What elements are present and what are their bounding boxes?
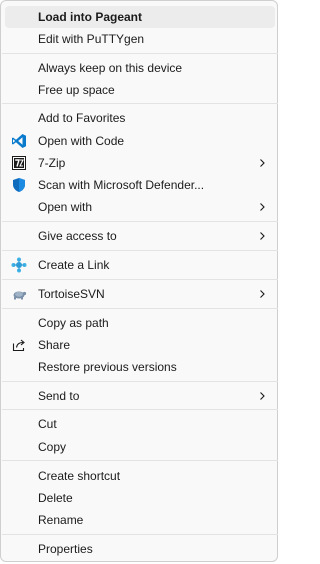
menu-item-label: Always keep on this device [38, 61, 183, 75]
menu-item-copy-as-path[interactable]: Copy as path [5, 312, 275, 334]
menu-separator [2, 53, 278, 54]
menu-item-label: Share [38, 338, 71, 352]
share-icon [11, 337, 27, 353]
menu-item-copy[interactable]: Copy [5, 436, 275, 458]
vscode-icon [11, 133, 27, 149]
menu-item-free-up-space[interactable]: Free up space [5, 79, 275, 101]
menu-item-cut[interactable]: Cut [5, 413, 275, 435]
menu-item-rename[interactable]: Rename [5, 509, 275, 531]
menu-item-add-to-favorites[interactable]: Add to Favorites [5, 107, 275, 129]
menu-item-open-with-code[interactable]: Open with Code [5, 130, 275, 152]
menu-item-label: Create shortcut [38, 469, 121, 483]
menu-separator [2, 381, 278, 382]
chevron-right-icon [260, 290, 265, 298]
menu-item-delete[interactable]: Delete [5, 487, 275, 509]
7zip-icon [11, 155, 27, 171]
context-menu: Load into Pageant Edit with PuTTYgen Alw… [0, 0, 278, 562]
link-icon [11, 257, 27, 273]
menu-separator [2, 460, 278, 461]
menu-item-properties[interactable]: Properties [5, 538, 275, 560]
menu-item-label: Open with [38, 200, 93, 214]
menu-item-edit-with-puttygen[interactable]: Edit with PuTTYgen [5, 28, 275, 50]
menu-separator [2, 534, 278, 535]
menu-item-label: Free up space [38, 83, 115, 97]
menu-item-label: Cut [38, 417, 57, 431]
chevron-right-icon [260, 203, 265, 211]
menu-separator [2, 279, 278, 280]
menu-separator [2, 308, 278, 309]
menu-item-share[interactable]: Share [5, 334, 275, 356]
menu-item-label: 7-Zip [38, 156, 66, 170]
menu-separator [2, 409, 278, 410]
chevron-right-icon [260, 159, 265, 167]
menu-item-label: Open with Code [38, 134, 125, 148]
menu-item-label: Give access to [38, 229, 117, 243]
menu-item-label: Delete [38, 491, 73, 505]
menu-item-label: Create a Link [38, 258, 110, 272]
menu-item-label: Copy [38, 440, 67, 454]
menu-item-label: Add to Favorites [38, 111, 126, 125]
menu-separator [2, 250, 278, 251]
menu-item-label: Scan with Microsoft Defender... [38, 178, 205, 192]
menu-item-open-with[interactable]: Open with [5, 196, 275, 218]
menu-item-7zip[interactable]: 7-Zip [5, 152, 275, 174]
menu-item-label: Restore previous versions [38, 360, 177, 374]
menu-item-restore-previous-versions[interactable]: Restore previous versions [5, 356, 275, 378]
menu-item-label: TortoiseSVN [38, 287, 105, 301]
menu-item-scan-with-defender[interactable]: Scan with Microsoft Defender... [5, 174, 275, 196]
menu-item-label: Rename [38, 513, 84, 527]
tortoisesvn-icon [11, 286, 27, 302]
menu-item-tortoisesvn[interactable]: TortoiseSVN [5, 283, 275, 305]
menu-item-give-access-to[interactable]: Give access to [5, 225, 275, 247]
menu-item-label: Edit with PuTTYgen [38, 32, 145, 46]
defender-shield-icon [11, 177, 27, 193]
menu-item-create-a-link[interactable]: Create a Link [5, 254, 275, 276]
menu-separator [2, 221, 278, 222]
menu-item-label: Send to [38, 389, 80, 403]
chevron-right-icon [260, 392, 265, 400]
chevron-right-icon [260, 232, 265, 240]
menu-item-load-into-pageant[interactable]: Load into Pageant [5, 6, 275, 28]
menu-item-create-shortcut[interactable]: Create shortcut [5, 465, 275, 487]
menu-item-send-to[interactable]: Send to [5, 385, 275, 407]
menu-item-label: Properties [38, 542, 93, 556]
menu-item-label: Copy as path [38, 316, 109, 330]
menu-separator [2, 103, 278, 104]
menu-item-always-keep-on-device[interactable]: Always keep on this device [5, 57, 275, 79]
menu-item-label: Load into Pageant [38, 10, 143, 24]
